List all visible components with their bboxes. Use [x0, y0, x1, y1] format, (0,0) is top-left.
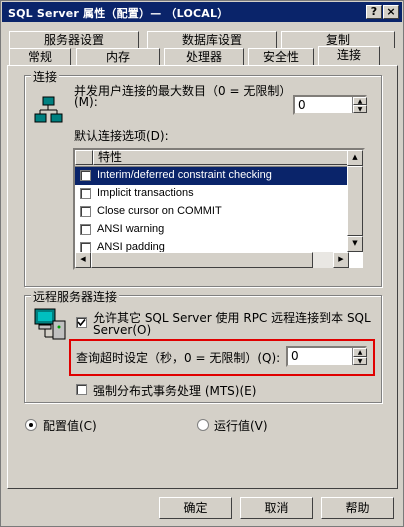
tab-general[interactable]: 常规	[9, 48, 71, 65]
help-button[interactable]: 帮助	[321, 497, 394, 519]
scroll-left-button[interactable]: ◀	[75, 252, 91, 268]
option-checkbox[interactable]	[80, 188, 91, 199]
title-bar: SQL Server 属性（配置）— （LOCAL） ? ×	[2, 2, 402, 22]
running-value-radio[interactable]	[197, 419, 209, 431]
option-label: Close cursor on COMMIT	[97, 205, 222, 217]
ok-button[interactable]: 确定	[159, 497, 232, 519]
option-label: Implicit transactions	[97, 187, 194, 199]
tab-server-settings[interactable]: 服务器设置	[9, 31, 139, 48]
close-title-button[interactable]: ×	[383, 5, 399, 19]
connections-group-title: 连接	[31, 68, 60, 85]
scroll-right-button[interactable]: ▶	[333, 252, 349, 268]
scroll-up-button[interactable]: ▲	[347, 150, 363, 166]
window-title: SQL Server 属性（配置）— （LOCAL）	[8, 7, 229, 20]
properties-dialog: SQL Server 属性（配置）— （LOCAL） ? × 服务器设置 数据库…	[0, 0, 404, 527]
checkbox-column-header[interactable]	[75, 150, 93, 165]
max-users-label: 并发用户连接的最大数目（0 = 无限制）	[74, 84, 292, 98]
tab-connections[interactable]: 连接	[318, 46, 380, 65]
allow-rpc-checkbox[interactable]	[76, 317, 87, 328]
config-value-radio[interactable]	[25, 419, 37, 431]
max-users-label-suffix: (M):	[74, 95, 98, 109]
allow-rpc-label-suffix: Server(O)	[93, 323, 152, 337]
vertical-scroll-thumb[interactable]	[347, 166, 363, 236]
tab-memory[interactable]: 内存	[76, 48, 160, 65]
attribute-column-header[interactable]: 特性	[93, 150, 349, 165]
connection-options-list[interactable]: 特性 Interim/deferred constraint checking …	[73, 148, 365, 270]
scroll-down-button[interactable]: ▼	[347, 236, 363, 252]
remote-group-title: 远程服务器连接	[31, 288, 120, 305]
help-title-button[interactable]: ?	[366, 5, 382, 19]
option-checkbox[interactable]	[80, 224, 91, 235]
vertical-scrollbar[interactable]: ▲ ▼	[347, 150, 363, 252]
running-value-label: 运行值(V)	[214, 419, 268, 433]
option-row[interactable]: ANSI warning	[75, 221, 349, 239]
option-row[interactable]: Implicit transactions	[75, 185, 349, 203]
option-row[interactable]: Interim/deferred constraint checking	[75, 167, 349, 185]
default-options-label: 默认连接选项(D):	[74, 129, 169, 143]
tab-security[interactable]: 安全性	[248, 48, 314, 65]
force-dtc-label: 强制分布式事务处理 (MTS)(E)	[93, 384, 257, 398]
force-dtc-checkbox[interactable]	[76, 384, 87, 395]
highlight-annotation-box	[69, 339, 375, 376]
list-header: 特性	[75, 150, 349, 167]
max-users-spinner[interactable]: ▲ ▼	[352, 97, 367, 113]
config-value-label: 配置值(C)	[43, 419, 97, 433]
horizontal-scrollbar[interactable]: ◀ ▶	[75, 252, 349, 268]
tab-processor[interactable]: 处理器	[164, 48, 244, 65]
network-computers-icon	[34, 96, 63, 123]
cancel-button[interactable]: 取消	[240, 497, 313, 519]
option-row[interactable]: Close cursor on COMMIT	[75, 203, 349, 221]
option-label: Interim/deferred constraint checking	[97, 169, 272, 181]
tab-database-settings[interactable]: 数据库设置	[147, 31, 277, 48]
option-checkbox[interactable]	[80, 170, 91, 181]
remote-server-icon	[34, 308, 66, 340]
horizontal-scroll-thumb[interactable]	[91, 252, 313, 268]
option-label: ANSI warning	[97, 223, 165, 235]
option-checkbox[interactable]	[80, 206, 91, 217]
